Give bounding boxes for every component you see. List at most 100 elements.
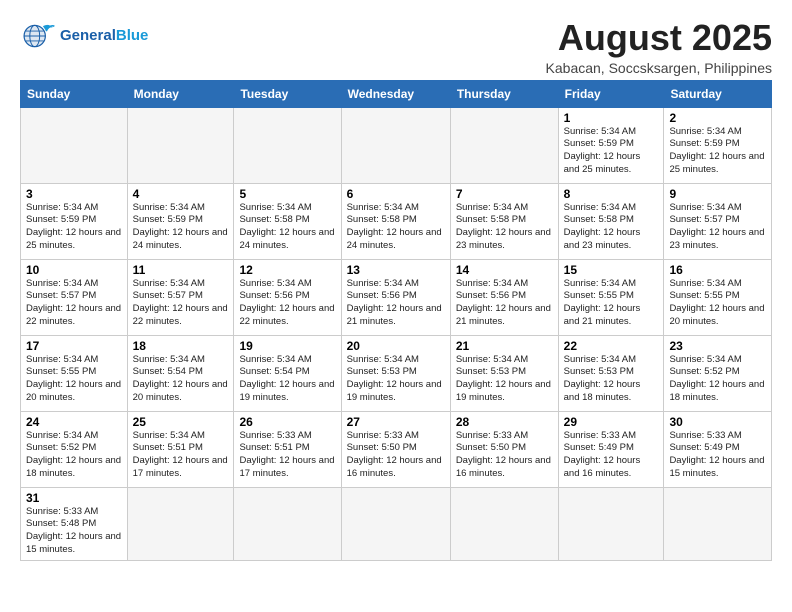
table-row: 29Sunrise: 5:33 AM Sunset: 5:49 PM Dayli… (558, 411, 664, 487)
day-number: 1 (564, 111, 659, 125)
col-monday: Monday (127, 80, 234, 107)
table-row: 24Sunrise: 5:34 AM Sunset: 5:52 PM Dayli… (21, 411, 128, 487)
day-number: 17 (26, 339, 122, 353)
table-row (341, 107, 450, 183)
table-row: 2Sunrise: 5:34 AM Sunset: 5:59 PM Daylig… (664, 107, 772, 183)
col-thursday: Thursday (450, 80, 558, 107)
table-row: 12Sunrise: 5:34 AM Sunset: 5:56 PM Dayli… (234, 259, 341, 335)
table-row: 26Sunrise: 5:33 AM Sunset: 5:51 PM Dayli… (234, 411, 341, 487)
day-number: 23 (669, 339, 766, 353)
day-info: Sunrise: 5:33 AM Sunset: 5:49 PM Dayligh… (669, 430, 766, 481)
table-row (558, 487, 664, 560)
table-row: 28Sunrise: 5:33 AM Sunset: 5:50 PM Dayli… (450, 411, 558, 487)
table-row: 20Sunrise: 5:34 AM Sunset: 5:53 PM Dayli… (341, 335, 450, 411)
day-info: Sunrise: 5:34 AM Sunset: 5:59 PM Dayligh… (564, 126, 659, 177)
day-number: 2 (669, 111, 766, 125)
table-row (21, 107, 128, 183)
table-row: 10Sunrise: 5:34 AM Sunset: 5:57 PM Dayli… (21, 259, 128, 335)
day-number: 30 (669, 415, 766, 429)
day-number: 12 (239, 263, 335, 277)
day-number: 8 (564, 187, 659, 201)
day-number: 31 (26, 491, 122, 505)
day-info: Sunrise: 5:34 AM Sunset: 5:57 PM Dayligh… (669, 202, 766, 253)
day-number: 9 (669, 187, 766, 201)
table-row (450, 487, 558, 560)
day-number: 21 (456, 339, 553, 353)
calendar-header-row: Sunday Monday Tuesday Wednesday Thursday… (21, 80, 772, 107)
day-info: Sunrise: 5:33 AM Sunset: 5:48 PM Dayligh… (26, 506, 122, 557)
table-row: 23Sunrise: 5:34 AM Sunset: 5:52 PM Dayli… (664, 335, 772, 411)
day-number: 5 (239, 187, 335, 201)
col-tuesday: Tuesday (234, 80, 341, 107)
day-info: Sunrise: 5:33 AM Sunset: 5:50 PM Dayligh… (456, 430, 553, 481)
day-number: 15 (564, 263, 659, 277)
table-row: 6Sunrise: 5:34 AM Sunset: 5:58 PM Daylig… (341, 183, 450, 259)
table-row: 13Sunrise: 5:34 AM Sunset: 5:56 PM Dayli… (341, 259, 450, 335)
logo-general: General (60, 27, 116, 44)
table-row: 17Sunrise: 5:34 AM Sunset: 5:55 PM Dayli… (21, 335, 128, 411)
day-info: Sunrise: 5:34 AM Sunset: 5:54 PM Dayligh… (133, 354, 229, 405)
day-info: Sunrise: 5:34 AM Sunset: 5:57 PM Dayligh… (26, 278, 122, 329)
day-info: Sunrise: 5:34 AM Sunset: 5:56 PM Dayligh… (456, 278, 553, 329)
calendar-table: Sunday Monday Tuesday Wednesday Thursday… (20, 80, 772, 561)
table-row: 8Sunrise: 5:34 AM Sunset: 5:58 PM Daylig… (558, 183, 664, 259)
day-info: Sunrise: 5:34 AM Sunset: 5:58 PM Dayligh… (564, 202, 659, 253)
col-saturday: Saturday (664, 80, 772, 107)
day-number: 14 (456, 263, 553, 277)
title-area: August 2025 Kabacan, Soccsksargen, Phili… (546, 18, 772, 76)
table-row (127, 487, 234, 560)
day-info: Sunrise: 5:34 AM Sunset: 5:53 PM Dayligh… (456, 354, 553, 405)
generalblue-logo-icon (20, 18, 56, 54)
day-info: Sunrise: 5:34 AM Sunset: 5:57 PM Dayligh… (133, 278, 229, 329)
day-info: Sunrise: 5:34 AM Sunset: 5:55 PM Dayligh… (669, 278, 766, 329)
table-row: 19Sunrise: 5:34 AM Sunset: 5:54 PM Dayli… (234, 335, 341, 411)
day-number: 3 (26, 187, 122, 201)
table-row: 27Sunrise: 5:33 AM Sunset: 5:50 PM Dayli… (341, 411, 450, 487)
day-number: 19 (239, 339, 335, 353)
table-row: 4Sunrise: 5:34 AM Sunset: 5:59 PM Daylig… (127, 183, 234, 259)
logo-text: GeneralBlue (60, 28, 148, 45)
day-number: 28 (456, 415, 553, 429)
table-row: 25Sunrise: 5:34 AM Sunset: 5:51 PM Dayli… (127, 411, 234, 487)
day-number: 4 (133, 187, 229, 201)
month-title: August 2025 (546, 18, 772, 58)
day-number: 20 (347, 339, 445, 353)
table-row: 1Sunrise: 5:34 AM Sunset: 5:59 PM Daylig… (558, 107, 664, 183)
location-title: Kabacan, Soccsksargen, Philippines (546, 60, 772, 76)
day-info: Sunrise: 5:34 AM Sunset: 5:56 PM Dayligh… (347, 278, 445, 329)
day-info: Sunrise: 5:34 AM Sunset: 5:58 PM Dayligh… (456, 202, 553, 253)
day-number: 13 (347, 263, 445, 277)
table-row (341, 487, 450, 560)
day-number: 24 (26, 415, 122, 429)
table-row: 22Sunrise: 5:34 AM Sunset: 5:53 PM Dayli… (558, 335, 664, 411)
day-info: Sunrise: 5:34 AM Sunset: 5:53 PM Dayligh… (564, 354, 659, 405)
day-number: 11 (133, 263, 229, 277)
table-row: 15Sunrise: 5:34 AM Sunset: 5:55 PM Dayli… (558, 259, 664, 335)
day-info: Sunrise: 5:33 AM Sunset: 5:50 PM Dayligh… (347, 430, 445, 481)
page: GeneralBlue August 2025 Kabacan, Soccsks… (0, 0, 792, 571)
day-info: Sunrise: 5:34 AM Sunset: 5:59 PM Dayligh… (133, 202, 229, 253)
table-row: 3Sunrise: 5:34 AM Sunset: 5:59 PM Daylig… (21, 183, 128, 259)
day-number: 25 (133, 415, 229, 429)
table-row: 9Sunrise: 5:34 AM Sunset: 5:57 PM Daylig… (664, 183, 772, 259)
day-info: Sunrise: 5:34 AM Sunset: 5:58 PM Dayligh… (239, 202, 335, 253)
col-sunday: Sunday (21, 80, 128, 107)
table-row: 18Sunrise: 5:34 AM Sunset: 5:54 PM Dayli… (127, 335, 234, 411)
day-info: Sunrise: 5:34 AM Sunset: 5:59 PM Dayligh… (669, 126, 766, 177)
table-row: 11Sunrise: 5:34 AM Sunset: 5:57 PM Dayli… (127, 259, 234, 335)
col-wednesday: Wednesday (341, 80, 450, 107)
day-info: Sunrise: 5:34 AM Sunset: 5:54 PM Dayligh… (239, 354, 335, 405)
table-row: 21Sunrise: 5:34 AM Sunset: 5:53 PM Dayli… (450, 335, 558, 411)
day-number: 27 (347, 415, 445, 429)
day-number: 10 (26, 263, 122, 277)
day-number: 7 (456, 187, 553, 201)
day-info: Sunrise: 5:33 AM Sunset: 5:49 PM Dayligh… (564, 430, 659, 481)
table-row: 14Sunrise: 5:34 AM Sunset: 5:56 PM Dayli… (450, 259, 558, 335)
table-row (664, 487, 772, 560)
table-row: 7Sunrise: 5:34 AM Sunset: 5:58 PM Daylig… (450, 183, 558, 259)
table-row: 16Sunrise: 5:34 AM Sunset: 5:55 PM Dayli… (664, 259, 772, 335)
day-number: 22 (564, 339, 659, 353)
day-info: Sunrise: 5:34 AM Sunset: 5:52 PM Dayligh… (26, 430, 122, 481)
day-info: Sunrise: 5:34 AM Sunset: 5:55 PM Dayligh… (26, 354, 122, 405)
day-number: 16 (669, 263, 766, 277)
